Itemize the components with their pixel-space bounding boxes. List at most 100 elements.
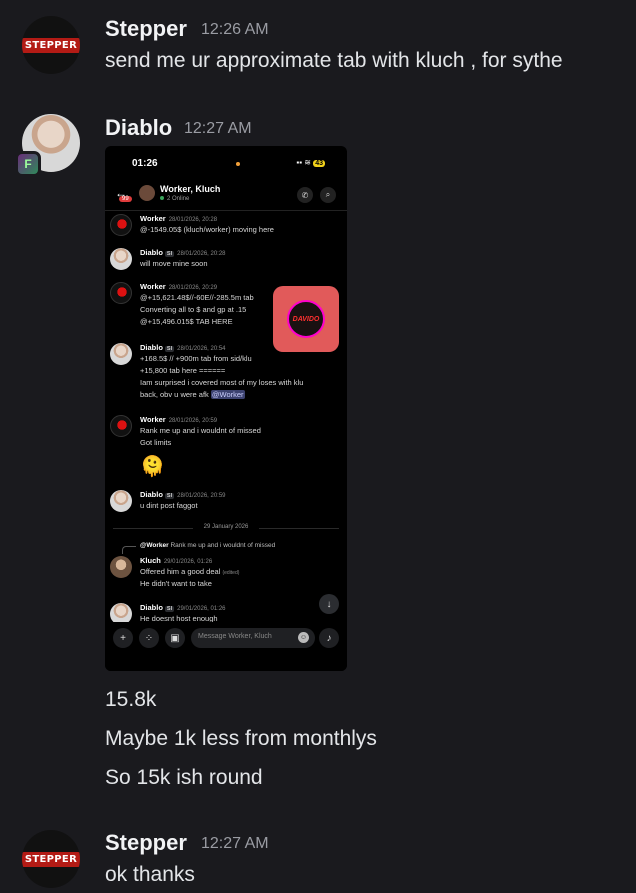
chat-author: Worker 28/01/2026, 20:59 [140, 415, 217, 424]
message-text: ok thanks [105, 863, 195, 886]
tag: SI [164, 251, 175, 257]
chat-line: Rank me up and i wouldnt of missed [140, 426, 261, 435]
apps-icon: ⁘ [139, 628, 159, 648]
chat-line: u dint post faggot [140, 501, 198, 510]
avatar-worker [110, 282, 132, 304]
author: Worker [140, 214, 166, 223]
call-icon: ✆ [297, 187, 313, 203]
reply-author: @Worker [140, 542, 169, 549]
chat-line: @+15,621.48$//-60E//-285.5m tab [140, 293, 254, 302]
search-icon: ⌕ [320, 187, 336, 203]
chat-header: ← 99 Worker, Kluch 2 Online ✆ ⌕ [105, 182, 347, 208]
ts: 28/01/2026, 20:54 [177, 346, 226, 352]
chat-line: will move mine soon [140, 259, 208, 268]
phone-status-bar: 01:26 ▪▪ ≋ 43 [105, 158, 347, 170]
status-icons: ▪▪ ≋ 43 [296, 158, 325, 167]
line-text: back, obv u were afk [140, 390, 209, 399]
sticker-image: DAVIDO [273, 286, 339, 352]
avatar-diablo [110, 248, 132, 270]
message-text: Maybe 1k less from monthlys [105, 727, 377, 750]
status-time: 01:26 [132, 158, 158, 169]
avatar-stepper[interactable]: STEPPER [22, 830, 80, 888]
reply-connector [122, 546, 136, 554]
date-divider: 29 January 2026 [105, 524, 347, 530]
chat-author: Worker 28/01/2026, 20:29 [140, 282, 217, 291]
author: Diablo [140, 343, 163, 352]
avatar-diablo [110, 343, 132, 365]
chat-line: Converting all to $ and gp at .15 [140, 305, 247, 314]
chat-line: +15,800 tab here ====== [140, 366, 226, 375]
chat-author: Worker 28/01/2026, 20:28 [140, 214, 217, 223]
chat-author: Diablo SI 28/01/2026, 20:59 [140, 490, 226, 499]
avatar-stepper[interactable]: STEPPER [22, 16, 80, 74]
input-placeholder: Message Worker, Kluch [198, 633, 272, 640]
reply-text: Rank me up and i wouldnt of missed [170, 542, 276, 549]
chat-line: @+15,496.015$ TAB HERE [140, 317, 233, 326]
author-name[interactable]: Stepper [105, 830, 187, 856]
avatar-logo-text: STEPPER [22, 851, 80, 867]
avatar-kluch [110, 556, 132, 578]
chat-title: Worker, Kluch [160, 184, 221, 194]
timestamp: 12:26 AM [201, 21, 269, 38]
ts: 28/01/2026, 20:59 [177, 493, 226, 499]
chat-line: Offered him a good deal (edited) [140, 567, 239, 576]
emoji-icon: ☺ [298, 632, 309, 643]
avatar-worker [110, 214, 132, 236]
chat-line: @-1549.05$ (kluch/worker) moving here [140, 225, 274, 234]
message-input: Message Worker, Kluch ☺ [191, 628, 315, 648]
ts: 28/01/2026, 20:59 [168, 418, 218, 424]
author: Diablo [140, 490, 163, 499]
author-name[interactable]: Diablo [105, 115, 172, 141]
edited-label: (edited) [222, 570, 240, 576]
sticker-logo: DAVIDO [287, 300, 325, 338]
line-text: Offered him a good deal [140, 567, 221, 576]
tag: SI [164, 493, 175, 499]
group-avatar [139, 185, 155, 201]
author: Worker [140, 282, 166, 291]
battery-icon: 43 [313, 160, 325, 167]
tag: SI [164, 346, 175, 352]
ts: 29/01/2026, 01:26 [163, 559, 213, 565]
chat-line: He didn't want to take [140, 579, 212, 588]
message-text: So 15k ish round [105, 766, 263, 789]
image-attachment[interactable]: 01:26 ▪▪ ≋ 43 ← 99 Worker, Kluch 2 Onlin… [105, 146, 347, 671]
mention: @Worker [210, 390, 245, 399]
chat-line: Got limits [140, 438, 172, 447]
divider [105, 210, 347, 211]
microphone-icon: ♪ [319, 628, 339, 648]
chat-author: Diablo SI 28/01/2026, 20:28 [140, 248, 226, 257]
ts: 28/01/2026, 20:28 [168, 217, 218, 223]
emoji-melting-face: 🫠 [140, 456, 165, 478]
ts: 28/01/2026, 20:28 [177, 251, 226, 257]
privacy-dot-icon [236, 162, 240, 166]
author: Diablo [140, 248, 163, 257]
chat-line: back, obv u were afk @Worker [140, 390, 245, 399]
chat-line: +168.5$ // +900m tab from sid/klu [140, 354, 252, 363]
chat-author: Kluch 29/01/2026, 01:26 [140, 556, 212, 565]
plus-icon: + [113, 628, 133, 648]
avatar-diablo [110, 490, 132, 512]
timestamp: 12:27 AM [201, 835, 269, 852]
server-tag-icon: F [15, 151, 41, 177]
ts: 28/01/2026, 20:29 [168, 285, 218, 291]
author-name[interactable]: Stepper [105, 16, 187, 42]
avatar-worker [110, 415, 132, 437]
tag: SI [164, 606, 175, 612]
timestamp: 12:27 AM [184, 120, 252, 137]
ts: 29/01/2026, 01:26 [177, 606, 226, 612]
chat-author: Diablo SI 28/01/2026, 20:54 [140, 343, 226, 352]
reply-preview: @Worker Rank me up and i wouldnt of miss… [140, 542, 275, 549]
online-count: 2 Online [160, 196, 189, 202]
avatar-logo-text: STEPPER [22, 37, 80, 53]
message-text: 15.8k [105, 688, 157, 711]
gift-icon: ▣ [165, 628, 185, 648]
scroll-down-icon: ↓ [319, 594, 339, 614]
unread-badge: 99 [119, 196, 132, 202]
message-text: send me ur approximate tab with kluch , … [105, 49, 563, 72]
chat-author: Diablo SI 29/01/2026, 01:26 [140, 603, 226, 612]
chat-line: Iam surprised i covered most of my loses… [140, 378, 304, 387]
composer-bar: + ⁘ ▣ Message Worker, Kluch ☺ ♪ [105, 622, 347, 671]
author: Kluch [140, 556, 161, 565]
author: Diablo [140, 603, 163, 612]
author: Worker [140, 415, 166, 424]
